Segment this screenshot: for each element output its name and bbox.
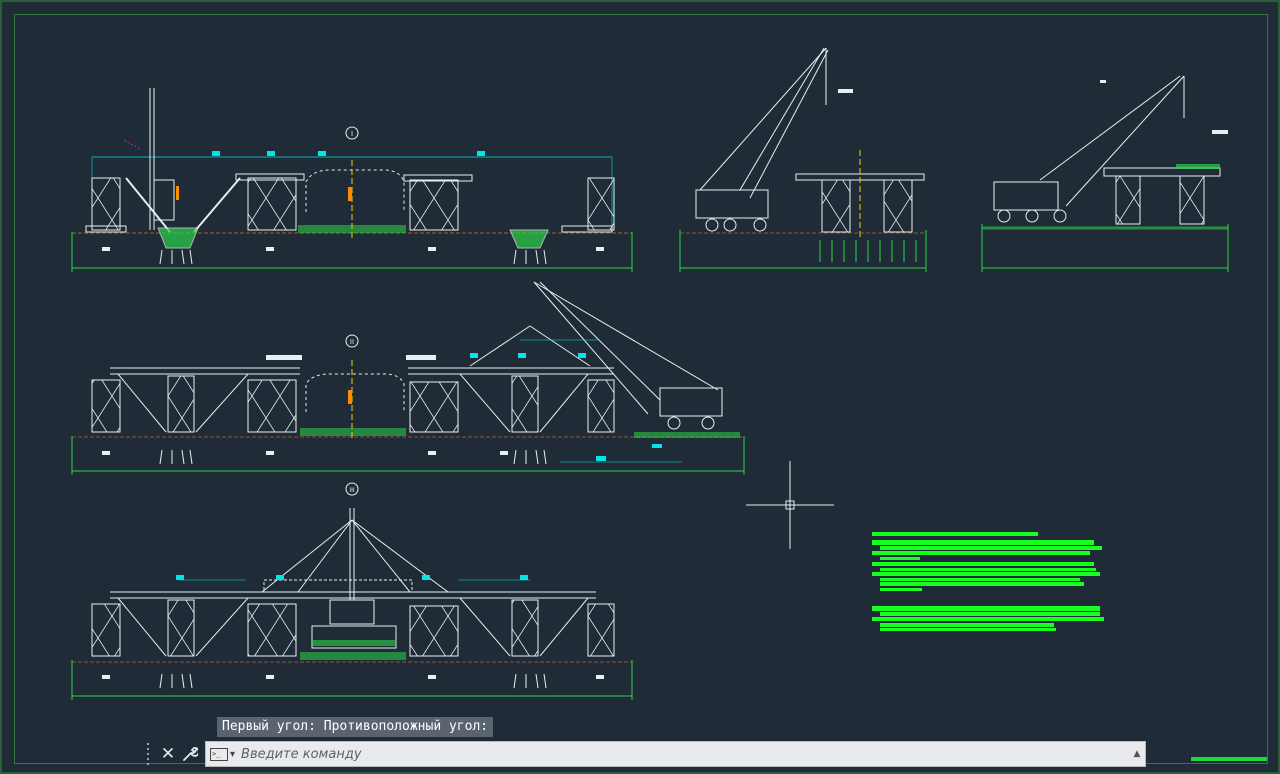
command-line-bar: ✕ >_▾ ▲ [143, 740, 1146, 768]
status-indicator [1191, 757, 1267, 761]
section-label-1: I [351, 130, 353, 138]
wrench-icon[interactable] [179, 741, 201, 767]
command-history-text: Первый угол: Противоположный угол: [217, 717, 494, 737]
close-icon[interactable]: ✕ [157, 741, 179, 767]
stage-1-elevation: I [71, 88, 633, 272]
section-label-2: II [350, 338, 354, 346]
command-input[interactable] [239, 742, 1129, 766]
drawing-canvas[interactable]: I II III [0, 0, 1280, 774]
crane-section-b [981, 75, 1229, 272]
stage-3-elevation: III [71, 482, 633, 700]
notes-block [872, 532, 1104, 631]
terminal-icon[interactable]: >_ ▾ [206, 747, 239, 761]
stage-2-elevation: II [71, 281, 745, 475]
command-input-container: >_▾ ▲ [205, 741, 1146, 767]
crane-section-a [679, 47, 927, 272]
crosshair-cursor-icon [746, 461, 834, 549]
drag-grip-icon[interactable] [143, 741, 153, 767]
history-expand-icon[interactable]: ▲ [1129, 749, 1145, 759]
section-label-3: III [349, 487, 355, 494]
